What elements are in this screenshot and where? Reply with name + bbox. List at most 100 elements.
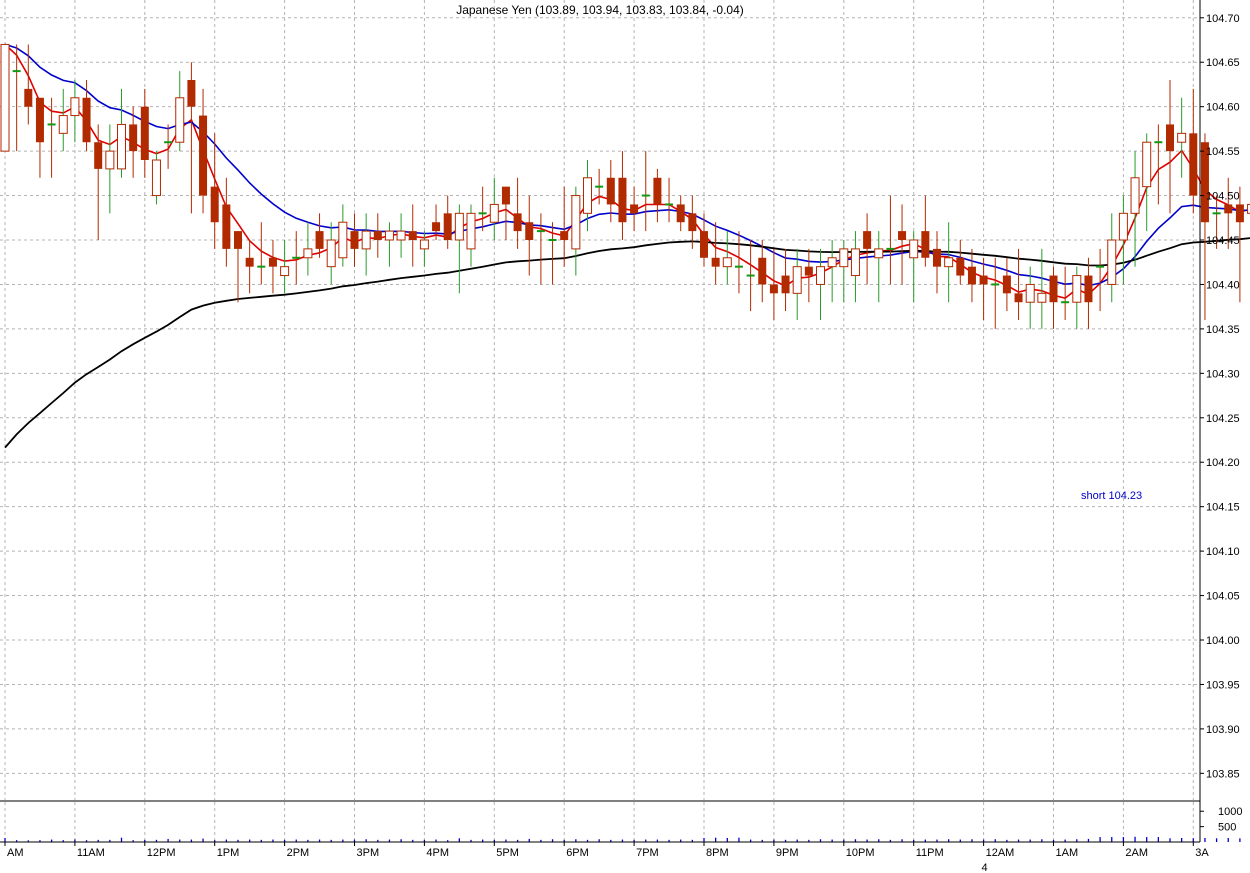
price-tick-label: 104.30 [1206, 368, 1240, 380]
candle-body-up [384, 230, 394, 241]
candle-body-up [583, 177, 592, 214]
candle-body-up [0, 43, 10, 152]
candle-body-down [245, 257, 254, 267]
candle-body-down [1224, 204, 1233, 214]
volume-bars [4, 836, 1241, 842]
price-tick-label: 104.65 [1206, 57, 1240, 69]
candle-body-flat [734, 265, 743, 268]
chart-title: Japanese Yen (103.89, 103.94, 103.83, 10… [456, 3, 744, 17]
candle-body-down [35, 97, 44, 143]
candle-body-up [361, 230, 371, 250]
candle-body-down [140, 106, 149, 160]
candle-body-down [781, 275, 790, 294]
candle-body-down [688, 213, 697, 232]
candle-body-down [187, 80, 196, 107]
candle-body-down [443, 213, 452, 240]
candle-body-up [70, 97, 80, 117]
candle-body-down [1235, 204, 1244, 223]
candle-body-down [921, 231, 930, 258]
candle-body-up [722, 257, 732, 268]
candle-body-flat [1096, 265, 1105, 268]
candle-body-up [454, 212, 464, 241]
price-tick-label: 104.60 [1206, 102, 1240, 114]
candle-body-up [1177, 132, 1187, 143]
candle-body-down [24, 88, 33, 107]
candle-body-down [82, 97, 91, 143]
price-tick-label: 104.05 [1206, 591, 1240, 603]
time-tick-label: 4PM [426, 847, 449, 859]
candle-body-up [827, 257, 837, 268]
candle-body-up [792, 266, 802, 294]
candle-body-down [758, 257, 767, 285]
candle-body-flat [1061, 301, 1070, 304]
time-tick-label: 1PM [217, 847, 240, 859]
candle-body-down [525, 222, 534, 240]
candle-body-down [234, 231, 242, 249]
candle-body-down [653, 177, 662, 205]
candle-body-down [210, 186, 219, 223]
candle-body-up [419, 239, 429, 250]
time-tick-label: 11AM [77, 847, 105, 859]
candle-body-up [338, 221, 348, 259]
candle-body-down [129, 124, 138, 152]
candles-layer [0, 43, 1250, 329]
candle-body-up [326, 239, 336, 268]
candle-body-flat [746, 274, 755, 277]
candle-body-up [58, 115, 68, 134]
time-tick-label: 5PM [496, 847, 519, 859]
candle-body-down [956, 257, 965, 276]
candle-body-flat [292, 256, 301, 259]
candle-body-down [804, 266, 813, 276]
time-tick-label: 6PM [566, 847, 589, 859]
candle-body-up [151, 159, 161, 197]
time-tick-label: 1AM [1056, 847, 1079, 859]
candle-body-flat [478, 212, 487, 215]
candle-body-up [105, 150, 115, 170]
price-tick-label: 104.15 [1206, 502, 1240, 514]
time-tick-label: 3A [1195, 847, 1209, 859]
price-tick-label: 104.35 [1206, 324, 1240, 336]
price-tick-label: 104.10 [1206, 546, 1240, 558]
candle-body-down [513, 213, 522, 232]
axes-layer: 104.70 104.65 104.60 104.55 104.50 104.45 104.… [0, 0, 1242, 873]
candle-body-up [909, 239, 919, 259]
volume-tick-label: 1000 [1218, 806, 1242, 818]
price-tick-label: 103.95 [1206, 679, 1240, 691]
long-moving-average [4, 237, 1250, 449]
candle-body-flat [164, 141, 173, 144]
time-tick-label: 12PM [147, 847, 176, 859]
candle-body-down [676, 204, 685, 223]
price-tick-label: 104.55 [1206, 146, 1240, 158]
candle-body-flat [595, 185, 604, 188]
candle-body-down [432, 222, 441, 232]
candle-body-down [501, 186, 510, 205]
time-tick-label: 11PM [916, 847, 944, 859]
time-tick-label: AM [7, 847, 24, 859]
candle-body-down [933, 248, 941, 267]
candle-body-down [350, 231, 359, 249]
candle-body-up [874, 248, 884, 259]
price-tick-label: 104.00 [1206, 635, 1240, 647]
candlestick-chart: 104.70 104.65 104.60 104.55 104.50 104.45 104.… [0, 0, 1250, 873]
candle-body-up [466, 212, 476, 250]
candle-body-up [839, 248, 849, 268]
candle-body-down [979, 275, 988, 285]
candle-body-up [175, 97, 185, 143]
candle-body-up [489, 203, 499, 223]
price-tick-label: 103.90 [1206, 724, 1240, 736]
time-tick-label: 9PM [776, 847, 799, 859]
price-tick-label: 104.25 [1206, 413, 1240, 425]
candle-body-flat [665, 203, 674, 206]
candle-body-flat [1154, 141, 1163, 144]
candle-body-up [944, 257, 954, 268]
volume-tick-label: 500 [1218, 822, 1236, 834]
time-tick-label: 2PM [287, 847, 310, 859]
candle-body-down [1002, 275, 1011, 294]
candle-body-down [606, 177, 615, 205]
candle-body-down [199, 115, 208, 196]
candle-body-flat [536, 230, 545, 233]
candle-body-down [373, 231, 382, 240]
candle-body-flat [1212, 212, 1221, 215]
candle-body-down [94, 142, 103, 169]
price-tick-label: 104.40 [1206, 279, 1240, 291]
